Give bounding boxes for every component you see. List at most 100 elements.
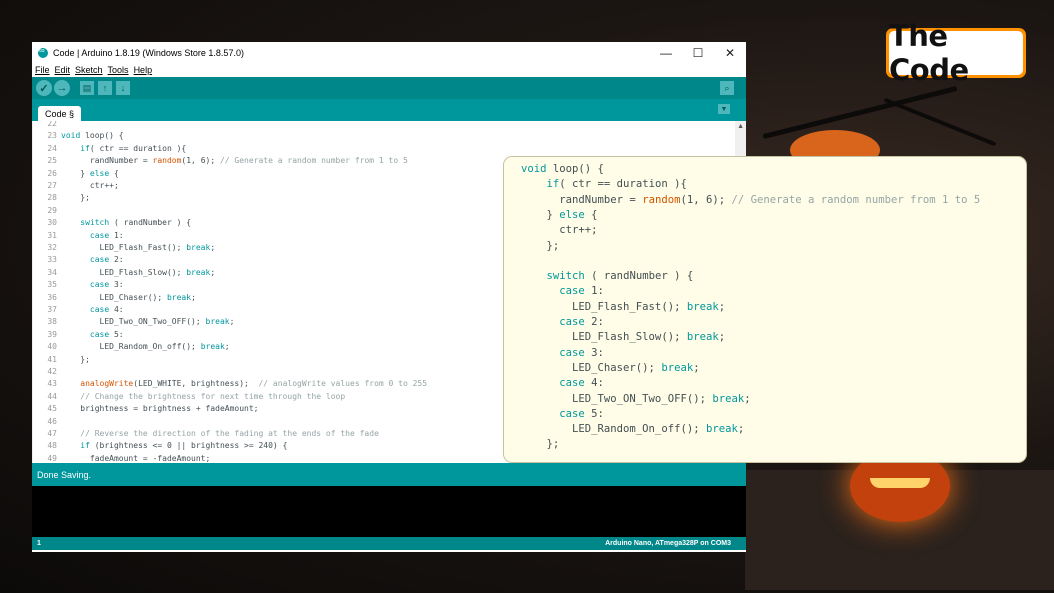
line-number: 35 (47, 280, 57, 290)
line-number: 38 (47, 317, 57, 327)
callout-code-line: case 3: (559, 346, 604, 359)
code-text: LED_Two_ON_Two_OFF(); break; (61, 317, 235, 327)
callout-code-line: LED_Chaser(); break; (521, 361, 700, 374)
callout-code-line: case 4: (559, 377, 604, 390)
title-badge: The Code (886, 19, 1026, 87)
menu-edit[interactable]: Edit (55, 65, 71, 75)
board-info: Arduino Nano, ATmega328P on COM3 (605, 540, 731, 547)
console-output[interactable] (32, 486, 746, 537)
callout-code-line: }; (521, 239, 560, 252)
footer-bar: 1 Arduino Nano, ATmega328P on COM3 (32, 537, 746, 550)
code-text: fadeAmount = -fadeAmount; (61, 453, 211, 463)
code-text: case 3: (89, 280, 124, 290)
code-text: brightness = brightness + fadeAmount; (61, 404, 259, 414)
line-number: 22 (47, 121, 57, 128)
callout-code-line: case 2: (559, 316, 604, 328)
code-text: LED_Chaser(); break; (61, 292, 196, 302)
callout-code-line: LED_Random_On_off(); break; (521, 423, 745, 436)
tab-menu-button[interactable]: ▼ (718, 104, 730, 114)
code-text: case 5: (89, 329, 124, 339)
code-text: // Reverse the direction of the fading a… (80, 429, 379, 438)
code-line[interactable]: 23 void loop() { (33, 130, 733, 142)
code-text: } else { (61, 168, 119, 178)
code-text: switch ( randNumber ) { (80, 218, 192, 228)
code-callout: void loop() { if( ctr == duration ){ ran… (503, 156, 1027, 463)
status-message: Done Saving. (37, 469, 92, 480)
code-line[interactable]: 22 (33, 121, 733, 130)
line-number: 26 (47, 168, 57, 178)
verify-button[interactable]: ✓ (36, 80, 52, 96)
code-text: analogWrite(LED_WHITE, brightness); // a… (80, 379, 428, 389)
line-number: 23 (47, 131, 57, 141)
check-icon: ✓ (39, 82, 49, 95)
line-number: 40 (47, 342, 57, 352)
code-text: }; (61, 193, 90, 203)
file-icon: ▤ (82, 82, 92, 93)
line-number: 41 (47, 354, 57, 364)
line-number: 48 (47, 441, 57, 451)
minimize-button[interactable]: — (650, 46, 682, 60)
callout-code-line: LED_Two_ON_Two_OFF(); break; (521, 392, 751, 405)
line-number: 46 (47, 416, 57, 426)
serial-monitor-button[interactable]: ⌕ (720, 81, 734, 95)
tree-branch-decoration (762, 85, 958, 140)
callout-code-line: randNumber = random(1, 6); // Generate a… (521, 193, 981, 206)
menu-file[interactable]: File (35, 65, 50, 75)
code-text: if (brightness <= 0 || brightness >= 240… (80, 441, 288, 451)
menu-sketch[interactable]: Sketch (75, 65, 103, 75)
line-number: 31 (47, 230, 57, 240)
line-number: 47 (47, 429, 57, 438)
code-text: if( ctr == duration ){ (80, 143, 187, 153)
save-sketch-button[interactable]: ↓ (116, 81, 130, 95)
code-line[interactable]: 24 if( ctr == duration ){ (33, 143, 733, 155)
line-number: 36 (47, 292, 57, 302)
upload-button[interactable]: → (54, 80, 70, 96)
window-title: Code | Arduino 1.8.19 (Windows Store 1.8… (53, 47, 244, 58)
tab-bar: Code § ▼ (32, 99, 746, 121)
magnifier-icon: ⌕ (724, 82, 730, 93)
callout-code-line: case 1: (559, 285, 604, 298)
toolbar: ✓ → ▤ ↑ ↓ ⌕ (32, 77, 746, 99)
code-text: case 4: (89, 305, 124, 314)
tab-code[interactable]: Code § (38, 106, 82, 121)
close-button[interactable]: ✕ (714, 46, 746, 60)
tree-branch-decoration (883, 97, 997, 147)
menu-tools[interactable]: Tools (108, 65, 129, 75)
badge-text: The Code (889, 19, 1023, 87)
callout-code-line: ctr++; (521, 224, 598, 237)
line-number: 33 (47, 255, 57, 265)
line-number: 44 (47, 391, 57, 401)
code-text: // Change the brightness for next time t… (80, 391, 346, 401)
scroll-up-icon[interactable]: ▲ (737, 123, 744, 130)
line-number: 34 (47, 267, 57, 277)
line-number: 45 (47, 404, 57, 414)
line-number: 24 (47, 143, 57, 153)
callout-code-line: switch ( randNumber ) { (546, 270, 694, 283)
jack-o-lantern-face (870, 478, 930, 488)
line-number: 43 (47, 379, 57, 389)
code-text: void loop() { (61, 131, 124, 141)
code-text: ctr++; (61, 181, 119, 190)
callout-code-line: void loop() { (521, 163, 604, 175)
arrow-down-icon: ↓ (120, 83, 126, 93)
code-text: randNumber = random(1, 6); // Generate a… (61, 156, 408, 166)
line-number: 27 (47, 181, 57, 190)
chevron-down-icon: ▼ (720, 105, 728, 113)
new-sketch-button[interactable]: ▤ (80, 81, 94, 95)
line-number: 49 (47, 453, 57, 463)
menu-help[interactable]: Help (134, 65, 153, 75)
menu-bar: File Edit Sketch Tools Help (32, 63, 746, 77)
arrow-up-icon: ↑ (102, 83, 108, 93)
code-text: case 2: (89, 255, 124, 265)
code-text: LED_Random_On_off(); break; (61, 342, 230, 352)
code-text: LED_Flash_Slow(); break; (61, 267, 216, 277)
arrow-right-icon: → (56, 82, 68, 94)
line-number: 32 (47, 243, 57, 252)
open-sketch-button[interactable]: ↑ (98, 81, 112, 95)
line-number: 37 (47, 305, 57, 314)
callout-code-line: } else { (521, 208, 598, 221)
maximize-button[interactable]: ☐ (682, 46, 714, 60)
callout-code-line: if( ctr == duration ){ (546, 178, 687, 191)
code-text: case 1: (89, 230, 124, 240)
line-number: 28 (47, 193, 57, 203)
